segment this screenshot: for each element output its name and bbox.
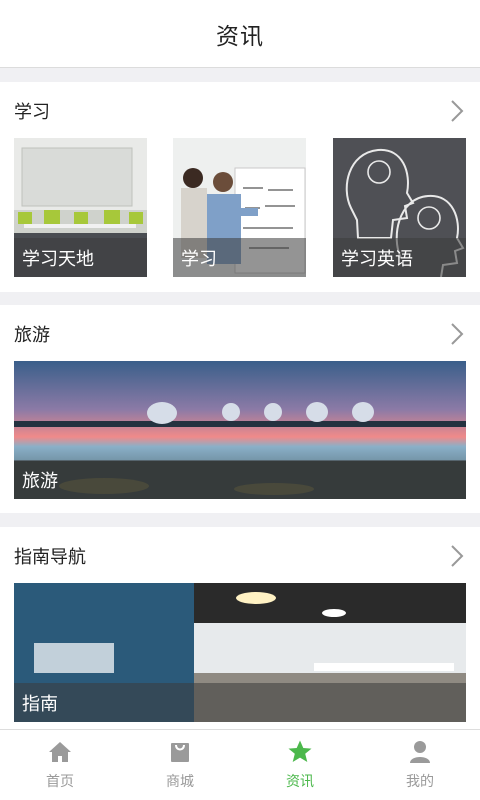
user-icon xyxy=(410,741,430,763)
card-caption: 旅游 xyxy=(14,460,466,499)
bag-icon xyxy=(171,743,189,762)
card-study[interactable]: 学习 xyxy=(173,138,306,277)
bottom-tab-bar: 首页 商城 资讯 我的 xyxy=(0,729,480,800)
section-study-header[interactable]: 学习 xyxy=(0,82,480,140)
chevron-right-icon[interactable] xyxy=(446,543,468,569)
card-study-english[interactable]: 学习英语 xyxy=(333,138,466,277)
top-header: 资讯 xyxy=(0,0,480,68)
chevron-right-icon[interactable] xyxy=(446,98,468,124)
home-icon xyxy=(49,742,71,762)
tab-mall[interactable]: 商城 xyxy=(120,730,240,800)
card-guide[interactable]: 指南 xyxy=(14,583,466,722)
tab-label: 首页 xyxy=(46,774,74,790)
card-study-space[interactable]: 学习天地 xyxy=(14,138,147,277)
section-guide-title: 指南导航 xyxy=(14,547,86,568)
section-travel-header[interactable]: 旅游 xyxy=(0,305,480,363)
section-guide: 指南导航 指南 xyxy=(0,527,480,730)
section-travel-title: 旅游 xyxy=(14,325,50,346)
tab-label: 资讯 xyxy=(286,774,314,790)
chevron-right-icon[interactable] xyxy=(446,321,468,347)
section-guide-header[interactable]: 指南导航 xyxy=(0,527,480,585)
tab-home[interactable]: 首页 xyxy=(0,730,120,800)
section-study-title: 学习 xyxy=(14,102,50,123)
card-caption: 指南 xyxy=(14,683,466,722)
card-travel[interactable]: 旅游 xyxy=(14,361,466,499)
card-caption: 学习天地 xyxy=(14,238,147,277)
star-icon xyxy=(288,740,312,762)
page-title: 资讯 xyxy=(216,23,264,50)
tab-label: 商城 xyxy=(166,774,194,790)
card-caption: 学习英语 xyxy=(333,238,466,277)
tab-mine[interactable]: 我的 xyxy=(360,730,480,800)
section-study: 学习 学习天地 学习 学习英语 xyxy=(0,82,480,292)
section-travel: 旅游 旅游 xyxy=(0,305,480,513)
tab-news[interactable]: 资讯 xyxy=(240,730,360,800)
card-caption: 学习 xyxy=(173,238,306,277)
tab-label: 我的 xyxy=(406,774,434,790)
